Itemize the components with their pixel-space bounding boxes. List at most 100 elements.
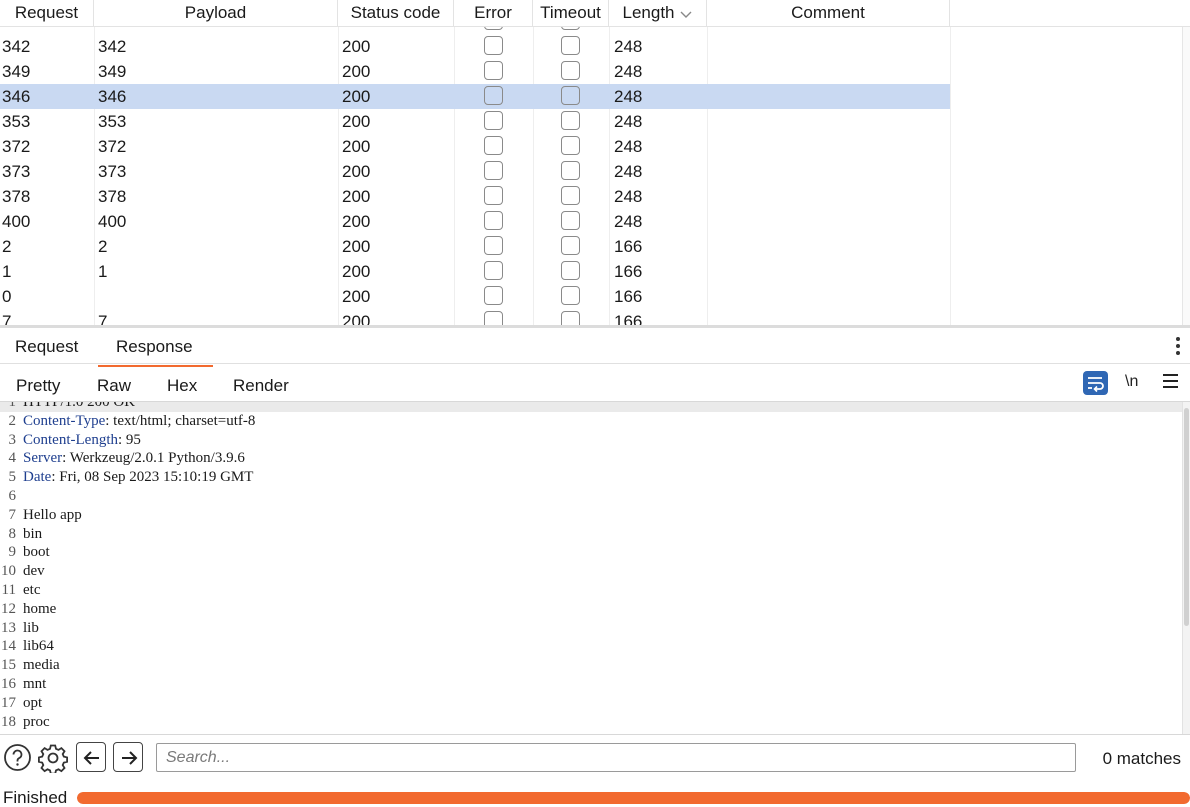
cell-length: 248: [614, 137, 643, 156]
cell-payload: 7: [98, 312, 108, 325]
cell-length: 166: [614, 237, 643, 256]
code-line: 10 dev: [0, 562, 1190, 581]
cell-length: 166: [614, 287, 643, 306]
line-number: 1: [8, 402, 17, 410]
help-icon[interactable]: [3, 743, 32, 772]
column-header-timeout[interactable]: Timeout: [533, 0, 609, 27]
tab-hex[interactable]: Hex: [167, 376, 197, 396]
table-row-selected[interactable]: 346 346 200 248: [0, 84, 950, 109]
header-line: Content-Type: text/html; charset=utf-8: [23, 412, 255, 431]
table-scrollbar[interactable]: [1182, 27, 1190, 325]
cell-length: 248: [614, 162, 643, 181]
code-line: 9 boot: [0, 543, 1190, 562]
table-row[interactable]: 373 373 200 248: [0, 159, 950, 184]
cell-length: 166: [614, 262, 643, 281]
cell-status-code: 200: [342, 62, 371, 81]
code-line: 3 Content-Length: 95: [0, 431, 1190, 450]
line-number: 11: [1, 581, 16, 598]
header-name: Content-Type: [23, 412, 106, 429]
line-text: media: [23, 657, 60, 674]
cell-request: 349: [2, 62, 31, 81]
header-value: : Fri, 08 Sep 2023 15:10:19 GMT: [51, 469, 254, 486]
column-header-comment[interactable]: Comment: [707, 0, 950, 27]
editor-scrollbar[interactable]: [1182, 402, 1190, 734]
line-text: opt: [23, 694, 43, 711]
column-header-length[interactable]: Length: [609, 0, 707, 27]
code-line: 5 Date: Fri, 08 Sep 2023 15:10:19 GMT: [0, 468, 1190, 487]
line-text: mnt: [23, 675, 47, 692]
line-number: 16: [1, 675, 16, 692]
table-row[interactable]: 0 200 166: [0, 284, 950, 309]
editor-scrollbar-thumb[interactable]: [1184, 408, 1189, 626]
cell-length: 166: [614, 312, 643, 325]
tab-raw[interactable]: Raw: [97, 376, 131, 396]
show-newlines-button[interactable]: \n: [1125, 373, 1138, 391]
code-line: 15 media: [0, 656, 1190, 675]
line-text: bin: [23, 525, 43, 542]
table-row[interactable]: 1 1 200 166: [0, 259, 950, 284]
cell-length: 248: [614, 112, 643, 131]
wrap-lines-button[interactable]: [1083, 371, 1108, 395]
table-row[interactable]: 372 372 200 248: [0, 134, 950, 159]
code-line: 12 home: [0, 600, 1190, 619]
line-number: 14: [1, 638, 16, 655]
more-options-icon[interactable]: [1176, 337, 1180, 357]
table-row[interactable]: 400 400 200 248: [0, 209, 950, 234]
cell-status-code: 200: [342, 137, 371, 156]
error-checkbox: [484, 161, 503, 180]
column-header-request[interactable]: Request: [0, 0, 94, 27]
attack-progress-bar: [77, 792, 1190, 804]
cell-length: 248: [614, 187, 643, 206]
line-text: lib: [23, 619, 39, 636]
timeout-checkbox: [561, 211, 580, 230]
tab-render[interactable]: Render: [233, 376, 289, 396]
previous-match-button[interactable]: [76, 742, 106, 772]
results-table: Request Payload Status code Error Timeou…: [0, 0, 1190, 325]
code-line: 18 proc: [0, 713, 1190, 732]
cell-payload: 372: [98, 137, 127, 156]
table-row[interactable]: 378 378 200 248: [0, 184, 950, 209]
table-row[interactable]: 342 342 200 248: [0, 34, 950, 59]
settings-gear-icon[interactable]: [38, 743, 68, 773]
search-input[interactable]: [156, 743, 1076, 772]
code-line: 2 Content-Type: text/html; charset=utf-8: [0, 412, 1190, 431]
column-header-payload[interactable]: Payload: [94, 0, 338, 27]
timeout-checkbox: [561, 136, 580, 155]
timeout-checkbox: [561, 86, 580, 105]
table-row[interactable]: 349 349 200 248: [0, 59, 950, 84]
code-line: 11 etc: [0, 581, 1190, 600]
line-number: 9: [8, 544, 17, 561]
cell-status-code: 200: [342, 312, 371, 325]
cell-request: 346: [2, 87, 31, 106]
error-checkbox: [484, 136, 503, 155]
code-line: 13 lib: [0, 619, 1190, 638]
column-header-status-code[interactable]: Status code: [338, 0, 454, 27]
tab-pretty[interactable]: Pretty: [0, 376, 79, 407]
line-text: boot: [23, 544, 50, 561]
code-line: 1 HTTP/1.0 200 OK: [0, 402, 1190, 412]
response-editor[interactable]: 1 HTTP/1.0 200 OK 2 Content-Type: text/html…: [0, 402, 1190, 734]
tab-request[interactable]: Request: [15, 337, 78, 357]
cell-length: 248: [614, 37, 643, 56]
table-row[interactable]: 353 353 200 248: [0, 109, 950, 134]
timeout-checkbox: [561, 286, 580, 305]
status-text: Finished: [3, 788, 68, 807]
error-checkbox: [484, 36, 503, 55]
code-line: 8 bin: [0, 525, 1190, 544]
tab-response[interactable]: Response: [98, 337, 213, 367]
progress-fill: [77, 792, 1190, 804]
arrow-left-icon: [83, 751, 99, 765]
error-checkbox: [484, 311, 503, 325]
table-row[interactable]: 7 7 200 166: [0, 309, 950, 325]
line-number: 17: [1, 694, 16, 711]
cell-request: 372: [2, 137, 31, 156]
table-row[interactable]: 2 2 200 166: [0, 234, 950, 259]
cell-payload: 353: [98, 112, 127, 131]
next-match-button[interactable]: [113, 742, 143, 772]
cell-payload: 342: [98, 37, 127, 56]
cell-length: 248: [614, 212, 643, 231]
column-header-error[interactable]: Error: [454, 0, 533, 27]
menu-icon[interactable]: [1163, 374, 1178, 388]
cell-status-code: 200: [342, 37, 371, 56]
cell-request: 342: [2, 37, 31, 56]
